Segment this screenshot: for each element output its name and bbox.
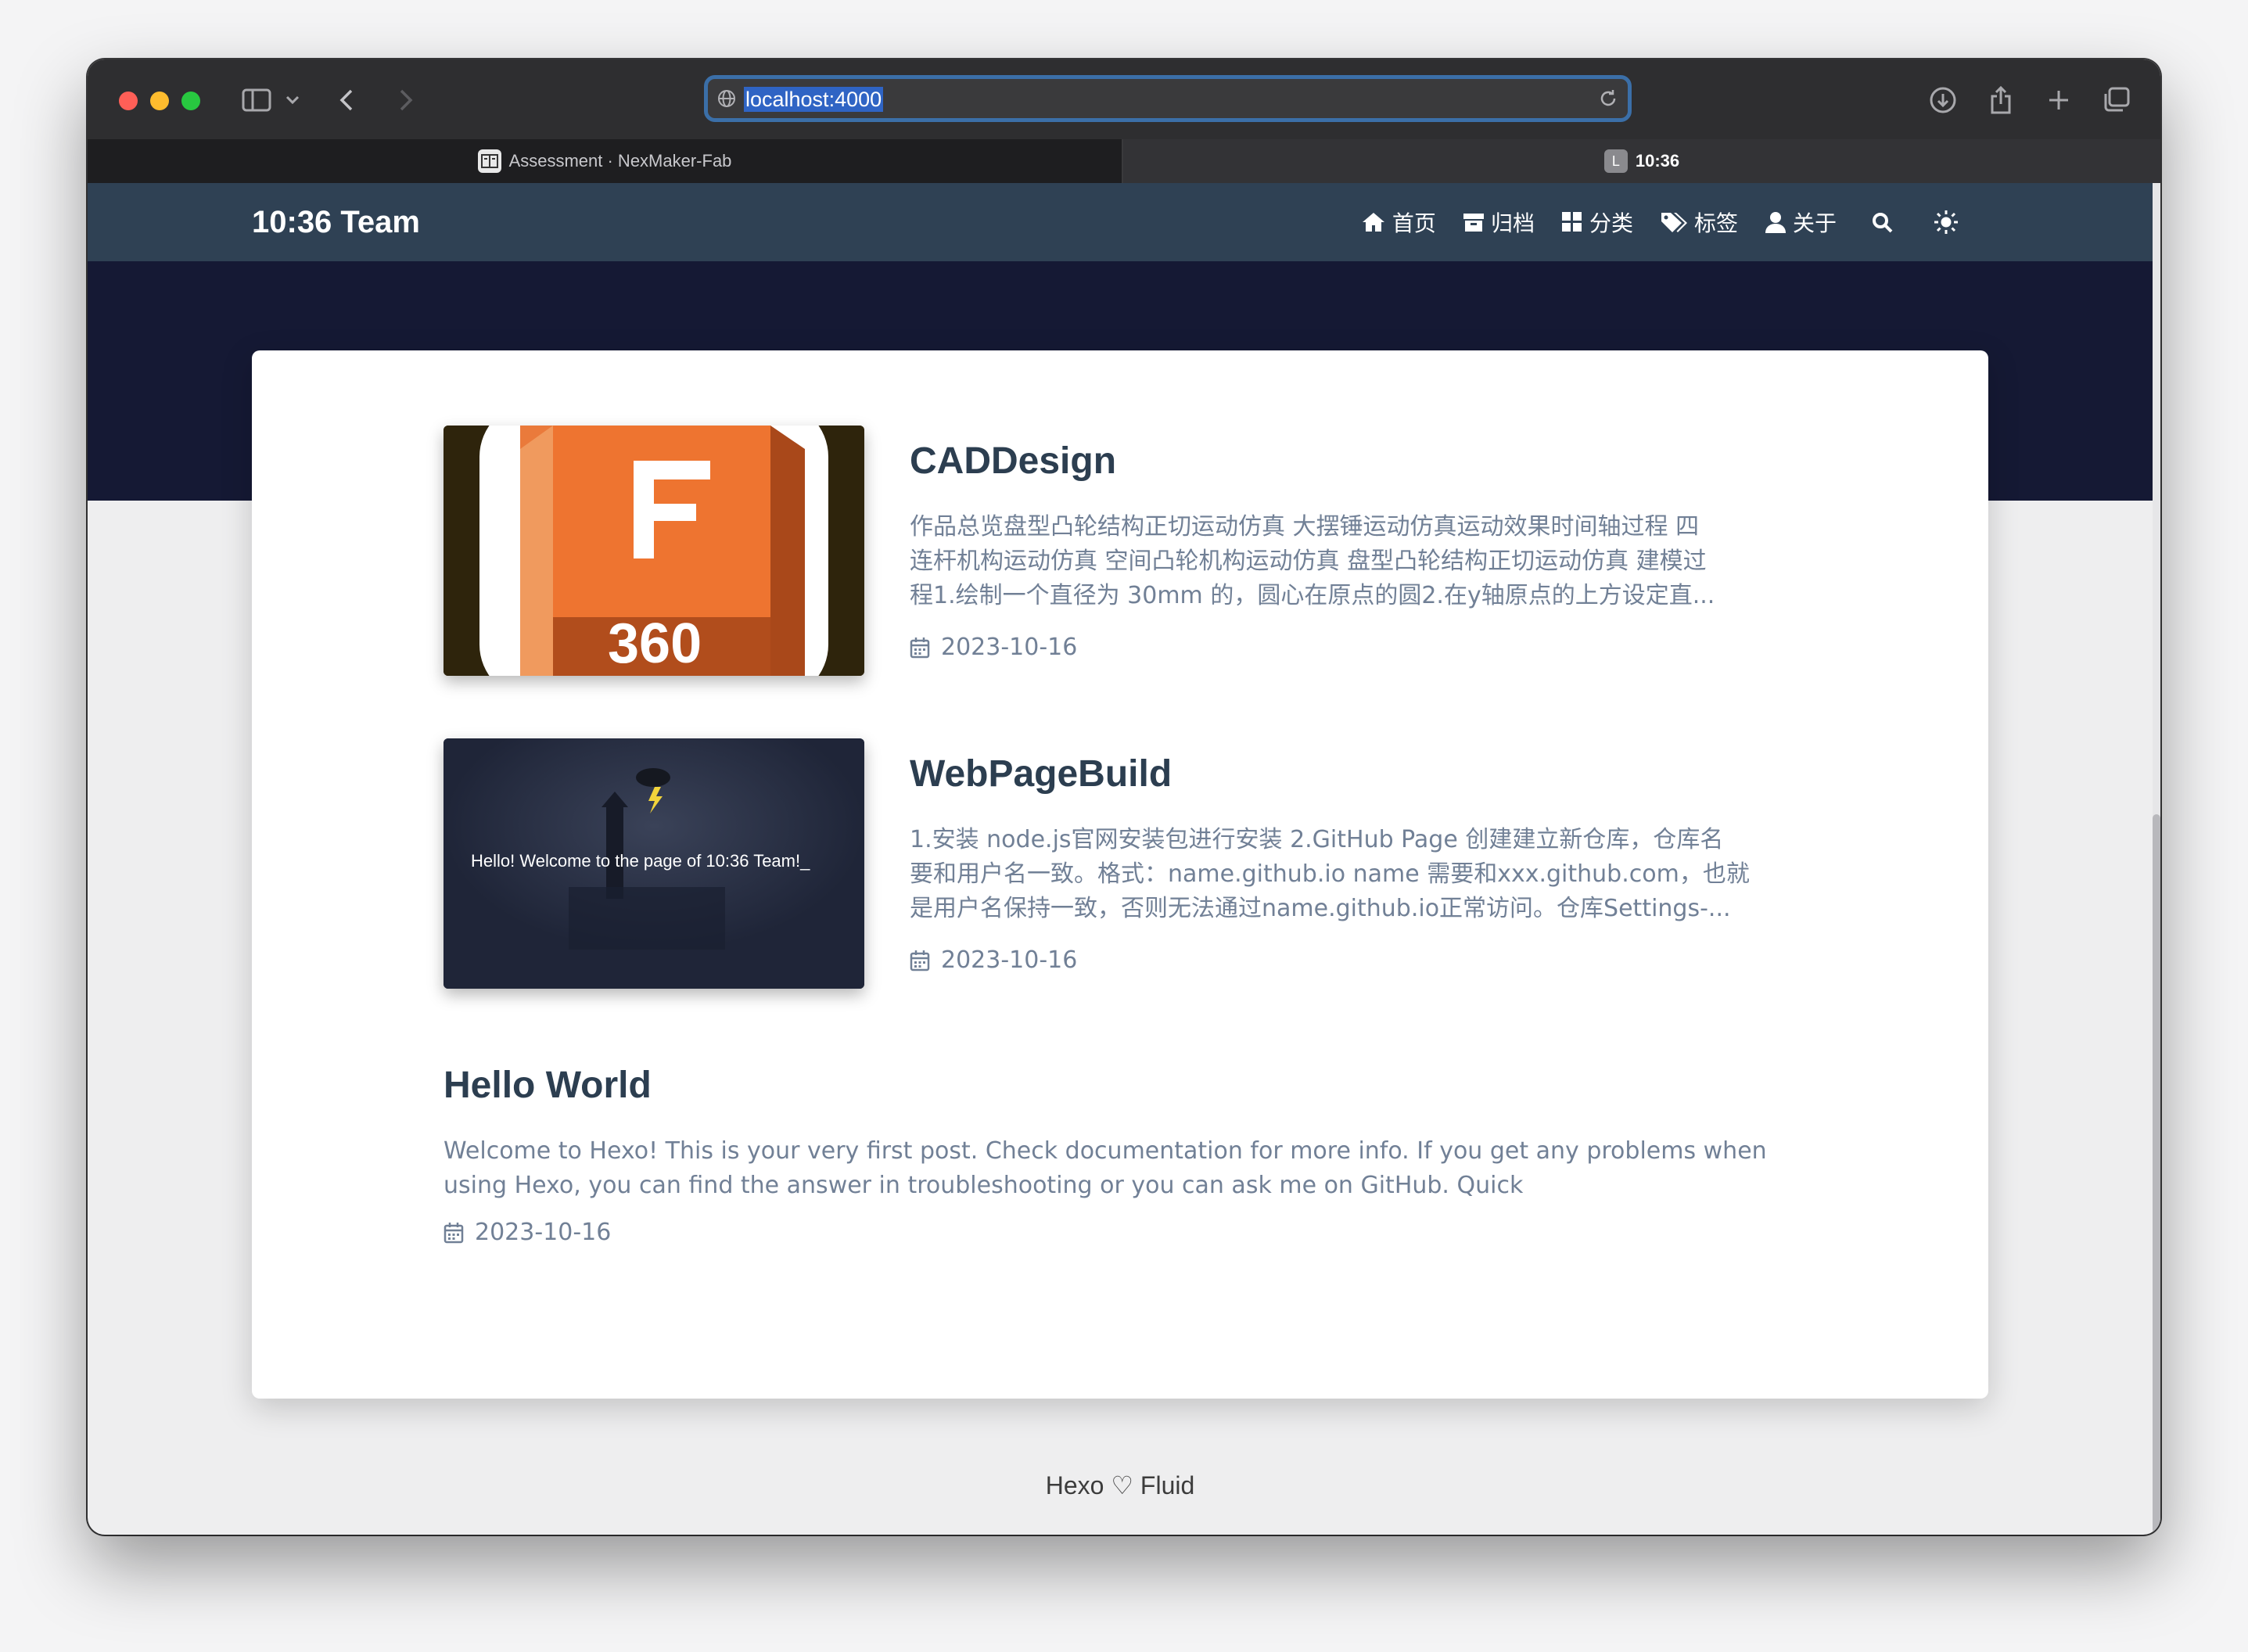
excerpt-line: 是用户名保持一致，否则无法通过name.github.io正常访问。仓库Sett… (910, 895, 1731, 922)
tab-bar: Assessment · NexMaker-Fab L 10:36 (88, 139, 2160, 183)
book-icon (477, 149, 501, 173)
post-date: 2023-10-16 (910, 946, 1077, 974)
zoom-window-button[interactable] (181, 92, 200, 110)
nav-categories[interactable]: 分类 (1561, 206, 1633, 238)
nav-label: 归档 (1490, 210, 1535, 236)
site-footer: Hexo ♡ Fluid (88, 1471, 2153, 1500)
nav-label: 分类 (1589, 210, 1633, 236)
forward-icon[interactable] (394, 83, 418, 117)
address-url[interactable]: localhost:4000 (744, 87, 884, 112)
share-icon[interactable] (1985, 83, 2016, 117)
back-icon[interactable] (335, 83, 358, 117)
user-icon (1765, 212, 1786, 233)
post-date: 2023-10-16 (443, 1219, 611, 1246)
archive-icon (1463, 214, 1484, 232)
footer-hexo-link[interactable]: Hexo (1046, 1471, 1104, 1499)
post-title[interactable]: Hello World (443, 1064, 652, 1107)
nav-theme-toggle[interactable] (1934, 210, 1965, 235)
tags-icon (1661, 213, 1687, 232)
calendar-icon (910, 637, 930, 658)
calendar-icon (443, 1222, 464, 1243)
nav-archive[interactable]: 归档 (1463, 206, 1535, 238)
close-window-button[interactable] (119, 92, 138, 110)
excerpt-line: 要和用户名一致。格式：name.github.io name 需要和xxx.gi… (910, 860, 1750, 888)
post-date-text: 2023-10-16 (941, 946, 1078, 974)
site-navbar: 10:36 Team 首页 归档 分类 标签 关于 (88, 183, 2153, 261)
tab-label: Assessment · NexMaker-Fab (508, 151, 732, 171)
download-icon[interactable] (1926, 83, 1960, 117)
tab-overview-icon[interactable] (2101, 83, 2132, 117)
tab-label: 10:36 (1635, 151, 1680, 171)
tab-favicon-badge: L (1603, 149, 1628, 173)
reload-icon[interactable] (1598, 88, 1618, 109)
nav-tags[interactable]: 标签 (1660, 206, 1738, 238)
home-icon (1362, 213, 1384, 232)
nav-about[interactable]: 关于 (1765, 206, 1837, 238)
heart-icon: ♡ (1111, 1471, 1134, 1499)
search-icon (1873, 213, 1893, 233)
post-title[interactable]: WebPageBuild (910, 752, 1172, 795)
post-list-card: 360 CADDesign 作品总览盘型凸轮结构正切运动仿真 大摆锤运动仿真运动… (252, 350, 1988, 1399)
tab-assessment[interactable]: Assessment · NexMaker-Fab (88, 139, 1123, 183)
site-brand[interactable]: 10:36 Team (252, 183, 420, 261)
nav-home[interactable]: 首页 (1361, 206, 1436, 238)
chevron-down-icon[interactable] (283, 83, 302, 117)
post-thumbnail-caddesign[interactable]: 360 (443, 426, 864, 676)
excerpt-line: 程1.绘制一个直径为 30mm 的，圆心在原点的圆2.在y轴原点的上方设定直..… (910, 582, 1715, 609)
nav-label: 标签 (1693, 210, 1738, 236)
post-title[interactable]: CADDesign (910, 440, 1116, 483)
minimize-window-button[interactable] (150, 92, 169, 110)
nav-label: 关于 (1792, 210, 1837, 236)
browser-window: localhost:4000 Assessment · NexMaker-Fab… (88, 59, 2160, 1535)
sidebar-toggle-icon[interactable] (239, 83, 274, 117)
post-excerpt: 作品总览盘型凸轮结构正切运动仿真 大摆锤运动仿真运动效果时间轴过程 四 连杆机构… (910, 510, 1715, 613)
nav-search[interactable] (1871, 211, 1899, 233)
address-bar[interactable]: localhost:4000 (704, 75, 1632, 122)
footer-fluid-link[interactable]: Fluid (1140, 1471, 1194, 1499)
post-excerpt: Welcome to Hexo! This is your very first… (443, 1134, 1767, 1203)
categories-icon (1561, 212, 1582, 232)
globe-icon (718, 90, 735, 107)
excerpt-line: using Hexo, you can find the answer in t… (443, 1172, 1524, 1199)
scrollbar-thumb[interactable] (2153, 814, 2160, 1534)
excerpt-line: 连杆机构运动仿真 空间凸轮机构运动仿真 盘型凸轮结构正切运动仿真 建模过 (910, 548, 1707, 575)
sun-icon (1934, 210, 1958, 234)
post-date: 2023-10-16 (910, 634, 1077, 661)
nav-links: 首页 归档 分类 标签 关于 (1334, 183, 1965, 261)
post-date-text: 2023-10-16 (475, 1219, 612, 1246)
calendar-icon (910, 950, 930, 971)
thumbnail-text: Hello! Welcome to the page of 10:36 Team… (471, 851, 810, 871)
excerpt-line: Welcome to Hexo! This is your very first… (443, 1137, 1767, 1165)
browser-toolbar: localhost:4000 (88, 59, 2160, 139)
post-thumbnail-webpagebuild[interactable]: Hello! Welcome to the page of 10:36 Team… (443, 738, 864, 989)
post-excerpt: 1.安装 node.js官网安装包进行安装 2.GitHub Page 创建建立… (910, 823, 1750, 926)
thumbnail-text: 360 (608, 612, 702, 675)
post-date-text: 2023-10-16 (941, 634, 1078, 661)
excerpt-line: 1.安装 node.js官网安装包进行安装 2.GitHub Page 创建建立… (910, 826, 1724, 853)
tab-active[interactable]: L 10:36 (1123, 139, 2160, 183)
excerpt-line: 作品总览盘型凸轮结构正切运动仿真 大摆锤运动仿真运动效果时间轴过程 四 (910, 513, 1700, 540)
nav-label: 首页 (1392, 210, 1436, 236)
new-tab-icon[interactable] (2043, 83, 2074, 117)
